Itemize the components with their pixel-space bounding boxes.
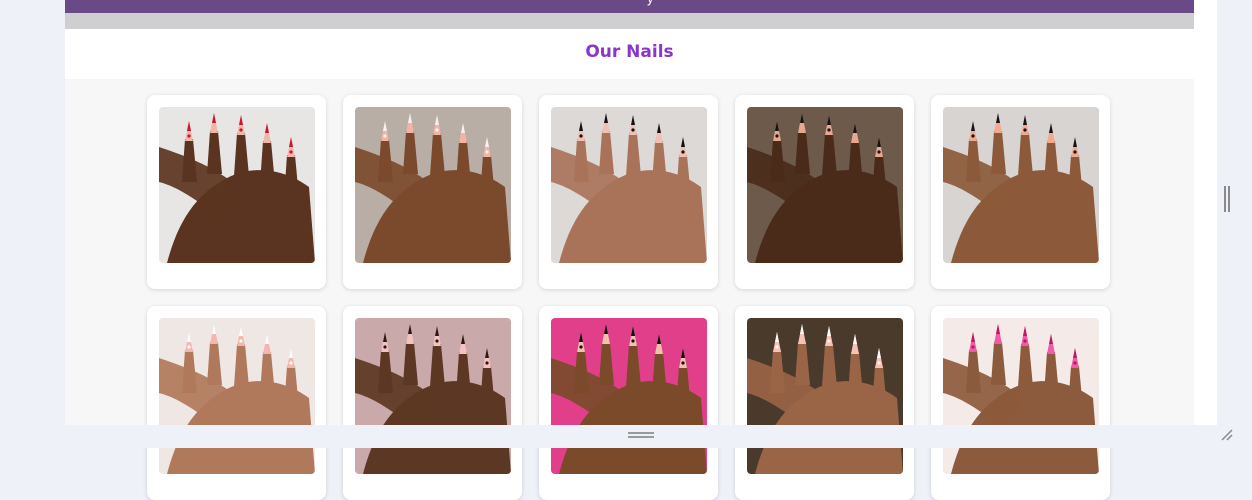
nail-photo[interactable] [159, 107, 315, 263]
gallery-card[interactable] [343, 306, 522, 500]
nail-photo[interactable] [943, 107, 1099, 263]
resize-corner-icon[interactable] [1220, 428, 1234, 442]
vertical-drag-handle-icon[interactable] [1224, 186, 1230, 212]
nail-photo[interactable] [355, 107, 511, 263]
gallery-card[interactable] [735, 306, 914, 500]
gallery-card[interactable] [147, 95, 326, 289]
gallery-card[interactable] [147, 306, 326, 500]
nail-photo[interactable] [747, 318, 903, 474]
nail-photo[interactable] [747, 107, 903, 263]
gallery-title: Our Nails [585, 42, 674, 62]
top-banner: y [65, 0, 1194, 13]
banner-divider [65, 13, 1194, 29]
gallery-card[interactable] [931, 306, 1110, 500]
nail-photo[interactable] [551, 318, 707, 474]
nail-gallery [65, 79, 1194, 500]
banner-text: y [647, 0, 654, 6]
gallery-card[interactable] [539, 306, 718, 500]
gallery-card[interactable] [931, 95, 1110, 289]
nail-photo[interactable] [159, 318, 315, 474]
gallery-card[interactable] [343, 95, 522, 289]
nail-photo[interactable] [943, 318, 1099, 474]
nail-photo[interactable] [551, 107, 707, 263]
gallery-card[interactable] [539, 95, 718, 289]
nail-photo[interactable] [355, 318, 511, 474]
page-container: y Our Nails [65, 0, 1217, 500]
drag-handle-icon[interactable] [628, 432, 654, 438]
gallery-card[interactable] [735, 95, 914, 289]
